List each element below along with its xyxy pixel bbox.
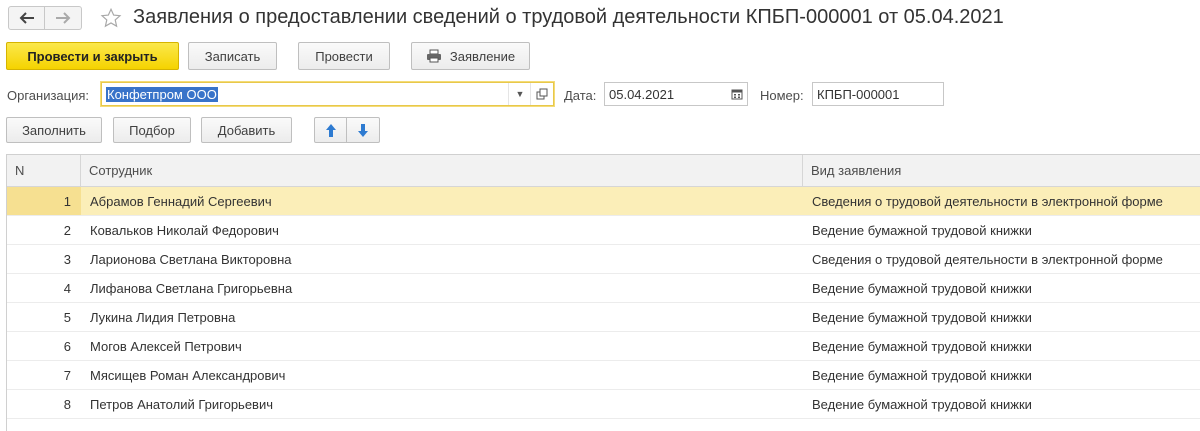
row-number: 1 bbox=[7, 187, 81, 215]
row-number: 2 bbox=[63, 222, 71, 238]
chevron-down-icon[interactable]: ▼ bbox=[508, 83, 531, 105]
employees-table: N Сотрудник Вид заявления 1 Абрамов Генн… bbox=[6, 154, 1200, 431]
row-number: 3 bbox=[63, 251, 71, 267]
employee-cell[interactable]: Лукина Лидия Петровна bbox=[81, 303, 803, 331]
statement-kind-cell[interactable]: Сведения о трудовой деятельности в элект… bbox=[803, 245, 1200, 273]
date-value: 05.04.2021 bbox=[609, 86, 675, 102]
fill-button[interactable]: Заполнить bbox=[6, 117, 102, 143]
print-statement-button[interactable]: Заявление bbox=[411, 42, 530, 70]
back-button[interactable] bbox=[8, 6, 45, 30]
row-number: 5 bbox=[63, 309, 71, 325]
save-button[interactable]: Записать bbox=[188, 42, 277, 70]
employee-cell[interactable]: Могов Алексей Петрович bbox=[81, 332, 803, 360]
column-header-employee[interactable]: Сотрудник bbox=[81, 155, 803, 186]
calendar-icon[interactable] bbox=[727, 83, 747, 105]
table-row[interactable]: 3 Ларионова Светлана Викторовна Сведения… bbox=[7, 245, 1200, 274]
table-row[interactable]: 5 Лукина Лидия Петровна Ведение бумажной… bbox=[7, 303, 1200, 332]
table-row[interactable]: 4 Лифанова Светлана Григорьевна Ведение … bbox=[7, 274, 1200, 303]
star-outline-icon[interactable] bbox=[100, 7, 122, 29]
statement-kind-cell[interactable]: Ведение бумажной трудовой книжки bbox=[803, 274, 1200, 302]
employee-cell[interactable]: Петров Анатолий Григорьевич bbox=[81, 390, 803, 418]
select-button[interactable]: Подбор bbox=[113, 117, 191, 143]
employee-cell[interactable]: Мясищев Роман Александрович bbox=[81, 361, 803, 389]
number-label: Номер: bbox=[760, 88, 804, 103]
printer-icon bbox=[426, 49, 441, 63]
add-button[interactable]: Добавить bbox=[201, 117, 292, 143]
statement-kind-cell[interactable]: Ведение бумажной трудовой книжки bbox=[803, 216, 1200, 244]
row-number: 7 bbox=[63, 367, 71, 383]
employee-cell[interactable]: Лифанова Светлана Григорьевна bbox=[81, 274, 803, 302]
date-label: Дата: bbox=[564, 88, 597, 103]
move-down-button[interactable] bbox=[347, 117, 380, 143]
statement-kind-cell[interactable]: Ведение бумажной трудовой книжки bbox=[803, 332, 1200, 360]
employee-cell[interactable]: Ларионова Светлана Викторовна bbox=[81, 245, 803, 273]
row-number: 8 bbox=[63, 396, 71, 412]
statement-kind-cell[interactable]: Ведение бумажной трудовой книжки bbox=[803, 390, 1200, 418]
table-body: 1 Абрамов Геннадий Сергеевич Сведения о … bbox=[7, 187, 1200, 419]
arrow-right-icon bbox=[56, 12, 71, 24]
table-row[interactable]: 8 Петров Анатолий Григорьевич Ведение бу… bbox=[7, 390, 1200, 419]
date-field[interactable]: 05.04.2021 bbox=[604, 82, 748, 106]
table-row[interactable]: 1 Абрамов Геннадий Сергеевич Сведения о … bbox=[7, 187, 1200, 216]
open-icon[interactable] bbox=[530, 83, 553, 105]
employee-cell[interactable]: Ковальков Николай Федорович bbox=[81, 216, 803, 244]
arrow-down-icon bbox=[358, 123, 368, 137]
table-row[interactable]: 2 Ковальков Николай Федорович Ведение бу… bbox=[7, 216, 1200, 245]
organization-value: Конфетпром ООО bbox=[106, 86, 218, 102]
column-header-number[interactable]: N bbox=[7, 155, 81, 186]
employee-cell[interactable]: Абрамов Геннадий Сергеевич bbox=[81, 187, 803, 215]
move-up-button[interactable] bbox=[314, 117, 347, 143]
row-number: 4 bbox=[63, 280, 71, 296]
title-bar: Заявления о предоставлении сведений о тр… bbox=[0, 0, 1200, 38]
statement-kind-cell[interactable]: Ведение бумажной трудовой книжки bbox=[803, 361, 1200, 389]
number-field[interactable]: КПБП-000001 bbox=[812, 82, 944, 106]
organization-field[interactable]: Конфетпром ООО ▼ bbox=[101, 82, 554, 106]
print-statement-label: Заявление bbox=[449, 48, 516, 64]
post-and-close-button[interactable]: Провести и закрыть bbox=[6, 42, 179, 70]
post-button[interactable]: Провести bbox=[298, 42, 390, 70]
arrow-left-icon bbox=[19, 12, 34, 24]
arrow-up-icon bbox=[325, 123, 336, 137]
page-title: Заявления о предоставлении сведений о тр… bbox=[133, 6, 1004, 28]
table-header: N Сотрудник Вид заявления bbox=[7, 155, 1200, 187]
row-number: 6 bbox=[63, 338, 71, 354]
table-row[interactable]: 6 Могов Алексей Петрович Ведение бумажно… bbox=[7, 332, 1200, 361]
forward-button[interactable] bbox=[45, 6, 82, 30]
table-row[interactable]: 7 Мясищев Роман Александрович Ведение бу… bbox=[7, 361, 1200, 390]
number-value: КПБП-000001 bbox=[817, 86, 900, 102]
document-form: Заявления о предоставлении сведений о тр… bbox=[0, 0, 1200, 431]
column-header-statement-kind[interactable]: Вид заявления bbox=[803, 155, 1200, 186]
statement-kind-cell[interactable]: Сведения о трудовой деятельности в элект… bbox=[803, 187, 1200, 215]
organization-label: Организация: bbox=[7, 88, 90, 103]
statement-kind-cell[interactable]: Ведение бумажной трудовой книжки bbox=[803, 303, 1200, 331]
